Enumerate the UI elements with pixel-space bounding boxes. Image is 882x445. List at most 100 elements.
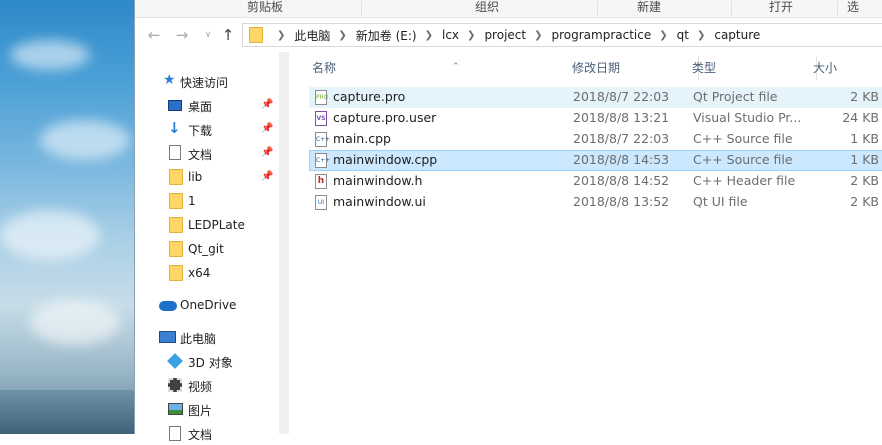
column-header-label: 大小 bbox=[813, 61, 838, 75]
ribbon-group-labels: 剪贴板 组织 新建 打开 选 bbox=[135, 0, 882, 18]
computer-icon bbox=[159, 331, 176, 343]
desktop-icon bbox=[168, 100, 182, 111]
chevron-right-icon[interactable]: ❯ bbox=[277, 30, 285, 41]
file-name: capture.pro.user bbox=[333, 110, 437, 125]
navigation-pane: ★ 快速访问 桌面 📌 ↓ 下载 📌 文档 📌 lib 📌 1 LEDPLate… bbox=[135, 52, 289, 442]
sort-ascending-icon: ⌃ bbox=[452, 62, 460, 72]
breadcrumb: ❯ 此电脑 ❯ 新加卷 (E:) ❯ lcx ❯ project ❯ progr… bbox=[269, 27, 760, 44]
file-type: C++ Source file bbox=[693, 152, 793, 167]
pin-icon[interactable]: 📌 bbox=[261, 171, 273, 182]
file-row-mainwindow-ui[interactable]: UI mainwindow.ui 2018/8/8 13:52 Qt UI fi… bbox=[309, 192, 882, 213]
sidebar-item-label: 3D 对象 bbox=[188, 356, 233, 370]
chevron-right-icon[interactable]: ❯ bbox=[534, 30, 542, 41]
qt-project-file-icon: PRO bbox=[315, 90, 329, 105]
pin-icon[interactable]: 📌 bbox=[261, 123, 273, 134]
breadcrumb-qt[interactable]: qt bbox=[677, 28, 689, 42]
folder-icon bbox=[249, 27, 263, 43]
sidebar-item-label: 下载 bbox=[188, 124, 213, 138]
chevron-right-icon[interactable]: ❯ bbox=[425, 30, 433, 41]
file-name: main.cpp bbox=[333, 131, 391, 146]
column-header-label: 修改日期 bbox=[572, 61, 621, 75]
breadcrumb-project[interactable]: project bbox=[484, 28, 526, 42]
file-date: 2018/8/8 14:52 bbox=[573, 173, 670, 188]
download-icon: ↓ bbox=[168, 119, 181, 137]
file-date: 2018/8/8 13:52 bbox=[573, 194, 670, 209]
breadcrumb-lcx[interactable]: lcx bbox=[442, 28, 459, 42]
breadcrumb-drive-e[interactable]: 新加卷 (E:) bbox=[356, 27, 417, 44]
file-size: 2 KB bbox=[850, 89, 879, 104]
sidebar-item-label: 桌面 bbox=[188, 100, 213, 114]
breadcrumb-programpractice[interactable]: programpractice bbox=[551, 28, 651, 42]
file-row-main-cpp[interactable]: C++ main.cpp 2018/8/7 22:03 C++ Source f… bbox=[309, 129, 882, 150]
file-row-mainwindow-h[interactable]: h mainwindow.h 2018/8/8 14:52 C++ Header… bbox=[309, 171, 882, 192]
sidebar-item-label: 文档 bbox=[188, 148, 213, 162]
chevron-right-icon[interactable]: ❯ bbox=[659, 30, 667, 41]
column-header-type[interactable]: 类型 bbox=[692, 56, 802, 80]
column-header-date[interactable]: 修改日期 bbox=[572, 56, 687, 80]
chevron-right-icon[interactable]: ❯ bbox=[467, 30, 475, 41]
file-type: C++ Header file bbox=[693, 173, 796, 188]
file-size: 1 KB bbox=[850, 131, 879, 146]
arrow-right-icon[interactable]: → bbox=[173, 26, 191, 44]
chevron-right-icon[interactable]: ❯ bbox=[338, 30, 346, 41]
arrow-up-icon[interactable]: ↑ bbox=[219, 26, 237, 44]
pin-icon[interactable]: 📌 bbox=[261, 99, 273, 110]
address-bar[interactable]: ❯ 此电脑 ❯ 新加卷 (E:) ❯ lcx ❯ project ❯ progr… bbox=[242, 23, 882, 47]
file-type: Visual Studio Pr... bbox=[693, 110, 802, 125]
3d-objects-icon bbox=[167, 353, 183, 369]
navigation-bar: ← → ∨ ↑ ❯ 此电脑 ❯ 新加卷 (E:) ❯ lcx ❯ project… bbox=[135, 18, 882, 52]
file-date: 2018/8/7 22:03 bbox=[573, 131, 670, 146]
file-row-mainwindow-cpp[interactable]: C++ mainwindow.cpp 2018/8/8 14:53 C++ So… bbox=[309, 150, 882, 171]
file-row-capture-pro[interactable]: PRO capture.pro 2018/8/7 22:03 Qt Projec… bbox=[309, 87, 882, 108]
file-type: Qt Project file bbox=[693, 89, 778, 104]
sidebar-item-label: 1 bbox=[188, 194, 196, 208]
breadcrumb-capture[interactable]: capture bbox=[714, 28, 760, 42]
file-type: C++ Source file bbox=[693, 131, 793, 146]
star-icon: ★ bbox=[163, 72, 176, 88]
chevron-down-icon[interactable]: ∨ bbox=[199, 26, 217, 44]
file-size: 1 KB bbox=[850, 152, 879, 167]
document-icon bbox=[169, 145, 181, 160]
sidebar-item-label: Qt_git bbox=[188, 242, 224, 256]
file-date: 2018/8/8 14:53 bbox=[573, 152, 670, 167]
sidebar-item-label: 快速访问 bbox=[180, 76, 229, 90]
sidebar-scrollbar[interactable] bbox=[279, 52, 289, 434]
chevron-right-icon[interactable]: ❯ bbox=[697, 30, 705, 41]
pictures-icon bbox=[168, 403, 183, 415]
ribbon-group-organize: 组织 bbox=[475, 0, 500, 14]
column-header-label: 类型 bbox=[692, 61, 717, 75]
file-name: mainwindow.cpp bbox=[333, 152, 438, 167]
sidebar-item-label: LEDPLate bbox=[188, 218, 245, 232]
file-size: 2 KB bbox=[850, 173, 879, 188]
breadcrumb-this-pc[interactable]: 此电脑 bbox=[294, 27, 330, 44]
pin-icon[interactable]: 📌 bbox=[261, 147, 273, 158]
cpp-file-icon: C++ bbox=[315, 132, 330, 147]
ribbon-group-new: 新建 bbox=[637, 0, 662, 14]
sidebar-item-label: 文档 bbox=[188, 428, 213, 442]
file-row-capture-pro-user[interactable]: VS capture.pro.user 2018/8/8 13:21 Visua… bbox=[309, 108, 882, 129]
sidebar-item-label: 图片 bbox=[188, 404, 213, 418]
file-size: 2 KB bbox=[850, 194, 879, 209]
desktop-wallpaper bbox=[0, 0, 134, 434]
column-header-name[interactable]: 名称 ⌃ bbox=[312, 56, 562, 80]
column-header-size[interactable]: 大小 bbox=[813, 56, 873, 80]
file-size: 24 KB bbox=[842, 110, 879, 125]
sidebar-item-label: 视频 bbox=[188, 380, 213, 394]
arrow-left-icon[interactable]: ← bbox=[145, 26, 163, 44]
column-header-label: 名称 bbox=[312, 61, 337, 75]
file-type: Qt UI file bbox=[693, 194, 748, 209]
file-explorer-window: 剪贴板 组织 新建 打开 选 ← → ∨ ↑ ❯ 此电脑 ❯ 新加卷 (E:) … bbox=[134, 0, 882, 442]
file-name: capture.pro bbox=[333, 89, 406, 104]
file-date: 2018/8/8 13:21 bbox=[573, 110, 670, 125]
ribbon-group-select: 选 bbox=[847, 0, 860, 14]
ribbon-group-clipboard: 剪贴板 bbox=[247, 0, 284, 14]
sidebar-item-label: OneDrive bbox=[180, 298, 237, 312]
file-list: 名称 ⌃ 修改日期 类型 大小 PRO capture.pro 2018/8/7… bbox=[289, 52, 882, 434]
file-date: 2018/8/7 22:03 bbox=[573, 89, 670, 104]
file-name: mainwindow.ui bbox=[333, 194, 426, 209]
ribbon-group-open: 打开 bbox=[769, 0, 794, 14]
cloud-icon bbox=[159, 301, 177, 311]
video-icon bbox=[168, 378, 182, 392]
sidebar-item-label: x64 bbox=[188, 266, 211, 280]
file-name: mainwindow.h bbox=[333, 173, 423, 188]
